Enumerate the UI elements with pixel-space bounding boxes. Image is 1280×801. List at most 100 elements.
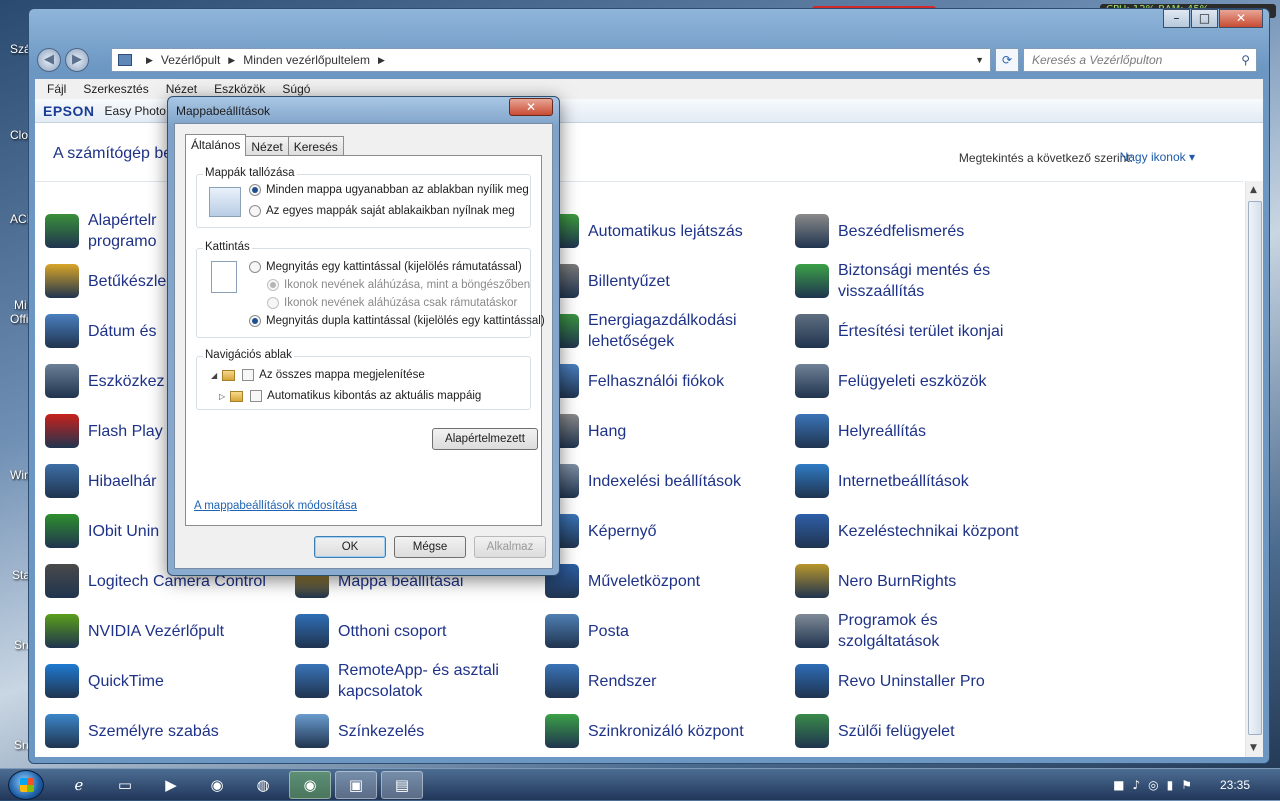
firefox-active-icon[interactable]: ◉ (289, 771, 331, 799)
restore-defaults-button[interactable]: Alapértelmezett (432, 428, 538, 450)
checkbox[interactable] (250, 390, 263, 402)
radio-single-click[interactable]: Megnyitás egy kattintással (kijelölés rá… (249, 261, 522, 273)
maximize-button[interactable]: □ (1191, 9, 1218, 28)
checkbox-auto-expand[interactable]: ▷ Automatikus kibontás az aktuális mappá… (219, 390, 481, 402)
search-placeholder: Keresés a Vezérlőpulton (1032, 53, 1163, 67)
menu-view[interactable]: Nézet (166, 82, 197, 96)
radio-same-window[interactable]: Minden mappa ugyanabban az ablakban nyíl… (249, 184, 529, 196)
control-panel-item[interactable]: Helyreállítás (795, 409, 1035, 453)
chevron-right-icon[interactable]: ▶ (228, 55, 235, 66)
help-link[interactable]: A mappabeállítások módosítása (194, 500, 357, 512)
control-panel-item[interactable]: Programok és szolgáltatások (795, 609, 1035, 653)
click-items-group: Kattintás Megnyitás egy kattintással (ki… (196, 241, 545, 338)
refresh-button[interactable]: ⟳ (995, 48, 1019, 72)
control-panel-item[interactable]: RemoteApp- és asztali kapcsolatok (295, 659, 535, 703)
control-panel-item[interactable]: Színkezelés (295, 709, 535, 753)
control-panel-item[interactable]: Képernyő (545, 509, 785, 553)
radio-double-click[interactable]: Megnyitás dupla kattintással (kijelölés … (249, 315, 545, 327)
menu-help[interactable]: Súgó (282, 82, 310, 96)
breadcrumb-item[interactable]: Vezérlőpult (161, 53, 220, 67)
checkbox-show-all-folders[interactable]: ◢ Az összes mappa megjelenítése (211, 369, 425, 381)
explorer-icon[interactable]: ▭ (104, 771, 146, 799)
control-panel-item[interactable]: Értesítési terület ikonjai (795, 309, 1035, 353)
search-icon[interactable]: ⚲ (1241, 49, 1250, 71)
breadcrumb-item[interactable]: Minden vezérlőpultelem (243, 53, 370, 67)
chevron-right-icon[interactable]: ▶ (378, 55, 385, 66)
general-panel: Mappák tallózása Minden mappa ugyanabban… (185, 155, 545, 526)
control-panel-item[interactable]: Internetbeállítások (795, 459, 1035, 503)
minimize-button[interactable]: – (1163, 9, 1190, 28)
tray-icon[interactable]: ■ (1113, 778, 1124, 792)
radio-own-window[interactable]: Az egyes mappák saját ablakaikban nyílna… (249, 205, 515, 217)
menu-file[interactable]: Fájl (47, 82, 66, 96)
address-bar[interactable]: ▶ Vezérlőpult ▶ Minden vezérlőpultelem ▶… (111, 48, 991, 72)
control-panel-item[interactable]: Energiagazdálkodási lehetőségek (545, 309, 785, 353)
control-panel-item[interactable]: Felhasználói fiókok (545, 359, 785, 403)
menu-tools[interactable]: Eszközök (214, 82, 265, 96)
chevron-right-icon[interactable]: ▶ (146, 55, 153, 66)
scroll-up-icon[interactable]: ▲ (1250, 185, 1257, 195)
control-panel-item[interactable]: QuickTime (45, 659, 285, 703)
volume-icon[interactable]: ♪ (1132, 778, 1140, 792)
item-label: Billentyűzet (588, 272, 670, 290)
control-panel-item[interactable]: Felügyeleti eszközök (795, 359, 1035, 403)
control-panel-item[interactable]: Nero BurnRights (795, 559, 1035, 603)
folder-options-taskbar-icon[interactable]: ▤ (381, 771, 423, 799)
action-center-flag-icon[interactable]: ⚑ (1181, 778, 1192, 792)
radio-label: Megnyitás dupla kattintással (kijelölés … (266, 315, 545, 327)
media-player-icon[interactable]: ▶ (150, 771, 192, 799)
control-panel-item[interactable]: Otthoni csoport (295, 609, 535, 653)
control-panel-item[interactable]: Beszédfelismerés (795, 209, 1035, 253)
control-panel-item[interactable]: Személyre szabás (45, 709, 285, 753)
tab-view[interactable]: Nézet (245, 136, 289, 155)
control-panel-taskbar-icon[interactable]: ▣ (335, 771, 377, 799)
system-icon (545, 664, 579, 698)
scroll-thumb[interactable] (1248, 201, 1262, 735)
start-button[interactable] (8, 770, 44, 800)
chrome-icon[interactable]: ◍ (242, 771, 284, 799)
radio-button[interactable] (249, 315, 261, 327)
tab-search[interactable]: Keresés (287, 136, 344, 155)
dialog-close-button[interactable]: ✕ (509, 98, 553, 116)
firefox-icon[interactable]: ◉ (196, 771, 238, 799)
radio-button[interactable] (249, 261, 261, 273)
control-panel-item[interactable]: NVIDIA Vezérlőpult (45, 609, 285, 653)
control-panel-item[interactable]: Biztonsági mentés és visszaállítás (795, 259, 1035, 303)
forward-button[interactable]: ▶ (65, 48, 89, 72)
control-panel-item[interactable]: Hang (545, 409, 785, 453)
close-button[interactable]: ✕ (1219, 9, 1263, 28)
ok-button[interactable]: OK (314, 536, 386, 558)
scroll-down-icon[interactable]: ▼ (1250, 743, 1257, 753)
back-button[interactable]: ◀ (37, 48, 61, 72)
radio-button (267, 279, 279, 291)
search-input[interactable]: Keresés a Vezérlőpulton ⚲ (1023, 48, 1257, 72)
radio-button[interactable] (249, 205, 261, 217)
navigation-pane-group: Navigációs ablak ◢ Az összes mappa megje… (196, 349, 531, 410)
refresh-icon: ⟳ (1001, 53, 1013, 67)
control-panel-item[interactable]: Automatikus lejátszás (545, 209, 785, 253)
radio-button[interactable] (249, 184, 261, 196)
control-panel-item[interactable]: Szülői felügyelet (795, 709, 1035, 753)
clock[interactable]: 23:35 (1220, 778, 1250, 792)
tray-app-icon[interactable]: ◎ (1148, 778, 1158, 792)
tab-general[interactable]: Általános (185, 134, 247, 156)
cancel-button[interactable]: Mégse (394, 536, 466, 558)
item-label: Energiagazdálkodási lehetőségek (588, 312, 737, 350)
chevron-down-icon[interactable]: ▼ (975, 55, 984, 65)
control-panel-item[interactable]: Rendszer (545, 659, 785, 703)
control-panel-item[interactable]: Billentyűzet (545, 259, 785, 303)
control-panel-item[interactable]: Kezeléstechnikai központ (795, 509, 1035, 553)
control-panel-item[interactable]: Revo Uninstaller Pro (795, 659, 1035, 703)
ie-icon[interactable]: ℯ (58, 771, 100, 799)
view-dropdown[interactable]: Nagy ikonok ▾ (1120, 150, 1195, 164)
menu-edit[interactable]: Szerkesztés (83, 82, 148, 96)
vertical-scrollbar[interactable]: ▲ ▼ (1245, 181, 1263, 757)
item-label: Flash Play (88, 422, 163, 440)
control-panel-item[interactable]: Posta (545, 609, 785, 653)
control-panel-item[interactable]: Szinkronizáló központ (545, 709, 785, 753)
control-panel-item[interactable]: Műveletközpont (545, 559, 785, 603)
collapse-icon: ▷ (219, 391, 226, 401)
network-icon[interactable]: ▮ (1167, 778, 1174, 792)
control-panel-item[interactable]: Indexelési beállítások (545, 459, 785, 503)
checkbox[interactable] (242, 369, 255, 381)
